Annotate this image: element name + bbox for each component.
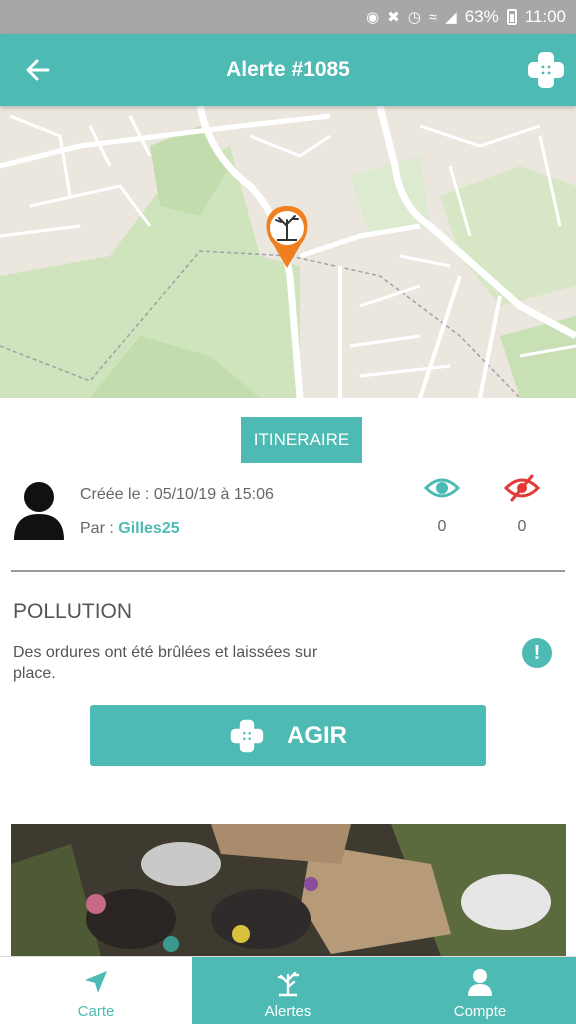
- itinerary-button[interactable]: ITINERAIRE: [241, 417, 362, 463]
- mute-icon: ✖: [387, 9, 400, 26]
- map-canvas: [0, 106, 576, 398]
- author-prefix: Par :: [80, 520, 114, 537]
- dead-tree-icon: [277, 971, 300, 997]
- status-bar: ◉ ✖ ◷ ≈ ◢ 63% 11:00: [0, 0, 576, 34]
- garbage-photo-image: [11, 824, 566, 956]
- author-name[interactable]: Gilles25: [118, 520, 179, 537]
- location-icon: ◉: [366, 9, 380, 26]
- bandage-plus-icon: [230, 719, 264, 752]
- tab-label: Compte: [453, 1003, 507, 1020]
- tab-label: Carte: [77, 1003, 115, 1020]
- seen-count: 0: [437, 518, 447, 535]
- exclamation-icon[interactable]: !: [522, 638, 552, 668]
- wifi-icon: ≈: [428, 8, 438, 26]
- user-icon: [468, 969, 492, 996]
- tab-alertes[interactable]: Alertes: [192, 957, 384, 1024]
- clock: 11:00: [524, 7, 566, 26]
- alert-photo[interactable]: [11, 824, 566, 956]
- battery-icon: [506, 9, 517, 25]
- signal-icon: ◢: [445, 9, 457, 26]
- eye-icon[interactable]: [424, 474, 460, 502]
- eye-slash-icon[interactable]: [504, 474, 540, 502]
- battery-percent: 63%: [464, 7, 499, 26]
- back-button[interactable]: [22, 54, 54, 86]
- alarm-icon: ◷: [407, 9, 421, 26]
- divider: [11, 570, 565, 572]
- page-title: Alerte #1085: [226, 58, 350, 81]
- arrow-left-icon: [26, 59, 50, 81]
- act-button-label: AGIR: [287, 721, 347, 749]
- app-bar: Alerte #1085: [0, 34, 576, 106]
- bottom-navigation: Carte Alertes Compte: [0, 956, 576, 1024]
- bandage-plus-icon[interactable]: [526, 50, 566, 90]
- act-button[interactable]: AGIR: [90, 705, 486, 766]
- unseen-count: 0: [517, 518, 527, 535]
- alert-category: POLLUTION: [13, 600, 133, 623]
- tab-compte[interactable]: Compte: [384, 957, 576, 1024]
- alert-description: Des ordures ont été brûlées et laissées …: [13, 644, 318, 682]
- created-date: Créée le : 05/10/19 à 15:06: [80, 486, 274, 503]
- tab-label: Alertes: [264, 1003, 312, 1020]
- author-row: Par : Gilles25: [80, 520, 180, 538]
- user-avatar-icon: [14, 482, 64, 540]
- navigation-arrow-icon: [85, 971, 107, 993]
- tab-carte[interactable]: Carte: [0, 957, 192, 1024]
- map-view[interactable]: [0, 106, 576, 398]
